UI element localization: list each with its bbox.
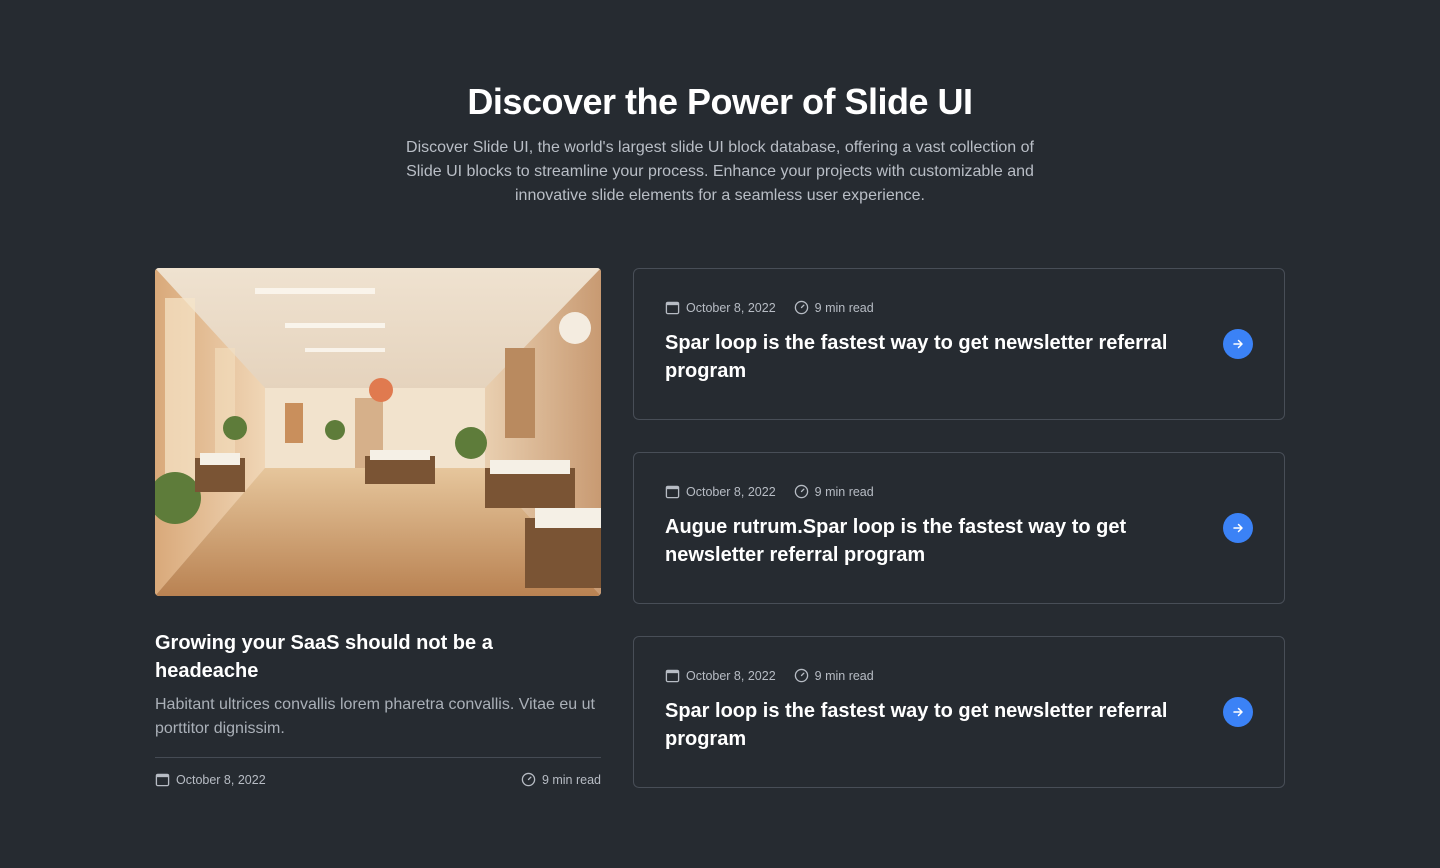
post-card[interactable]: October 8, 2022 9 min read Spar loop is …	[633, 636, 1285, 788]
read-more-button[interactable]	[1223, 329, 1253, 359]
featured-post-image[interactable]	[155, 268, 601, 596]
post-date: October 8, 2022	[665, 668, 776, 683]
post-read-time-text: 9 min read	[814, 484, 874, 499]
calendar-icon	[155, 773, 170, 787]
featured-post-title[interactable]: Growing your SaaS should not be a headea…	[155, 629, 535, 685]
featured-post-date: October 8, 2022	[155, 772, 266, 787]
post-title[interactable]: Spar loop is the fastest way to get news…	[665, 697, 1195, 753]
post-title[interactable]: Spar loop is the fastest way to get news…	[665, 329, 1195, 385]
featured-post-meta: October 8, 2022 9 min read	[155, 757, 601, 787]
featured-post-date-text: October 8, 2022	[176, 772, 266, 787]
post-read-time: 9 min read	[794, 484, 874, 499]
read-more-button[interactable]	[1223, 697, 1253, 727]
clock-icon	[794, 300, 808, 315]
calendar-icon	[665, 669, 680, 683]
featured-post-excerpt: Habitant ultrices convallis lorem pharet…	[155, 696, 595, 737]
post-card[interactable]: October 8, 2022 9 min read Spar loop is …	[633, 268, 1285, 420]
post-date-text: October 8, 2022	[686, 668, 776, 683]
hero-section: Discover the Power of Slide UI Discover …	[0, 80, 1440, 208]
post-card[interactable]: October 8, 2022 9 min read Augue rutrum.…	[633, 452, 1285, 604]
post-list: October 8, 2022 9 min read Spar loop is …	[633, 268, 1285, 820]
post-read-time: 9 min read	[794, 300, 874, 315]
clock-icon	[794, 484, 808, 499]
post-meta: October 8, 2022 9 min read	[665, 484, 1253, 499]
calendar-icon	[665, 485, 680, 499]
clock-icon	[521, 772, 536, 787]
post-read-time: 9 min read	[794, 668, 874, 683]
arrow-right-icon	[1233, 707, 1243, 717]
post-read-time-text: 9 min read	[814, 300, 874, 315]
featured-post-read-time-text: 9 min read	[541, 772, 601, 787]
post-meta: October 8, 2022 9 min read	[665, 300, 1253, 315]
page-title: Discover the Power of Slide UI	[467, 81, 973, 122]
calendar-icon	[665, 301, 680, 315]
arrow-right-icon	[1233, 339, 1243, 349]
clock-icon	[794, 668, 808, 683]
post-date-text: October 8, 2022	[686, 484, 776, 499]
post-meta: October 8, 2022 9 min read	[665, 668, 1253, 683]
arrow-right-icon	[1233, 523, 1243, 533]
featured-post-read-time: 9 min read	[521, 772, 601, 787]
post-date-text: October 8, 2022	[686, 300, 776, 315]
post-date: October 8, 2022	[665, 300, 776, 315]
read-more-button[interactable]	[1223, 513, 1253, 543]
page-subtitle: Discover Slide UI, the world's largest s…	[406, 139, 1034, 204]
post-read-time-text: 9 min read	[814, 668, 874, 683]
post-date: October 8, 2022	[665, 484, 776, 499]
post-title[interactable]: Augue rutrum.Spar loop is the fastest wa…	[665, 513, 1195, 569]
featured-post[interactable]: Growing your SaaS should not be a headea…	[155, 268, 601, 787]
